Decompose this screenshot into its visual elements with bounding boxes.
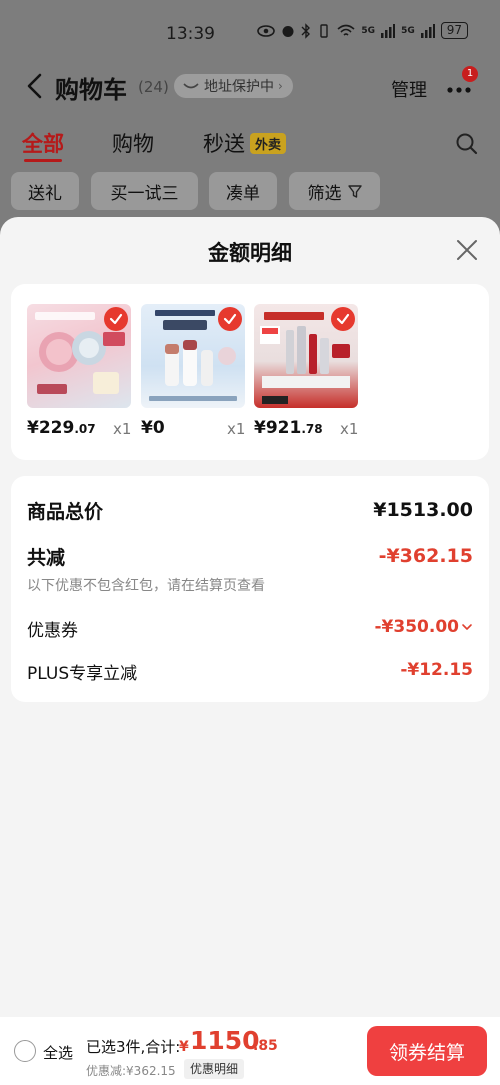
tab-underline <box>24 159 62 162</box>
address-protect-pill[interactable]: 地址保护中 › <box>174 74 293 98</box>
price-decimal: .78 <box>301 422 323 436</box>
plus-discount-label: PLUS专享立减 <box>27 664 138 684</box>
cart-tabs: 全部 购物 秒送 外卖 <box>0 128 500 168</box>
product-quantity: x1 <box>113 420 132 438</box>
selected-check-icon[interactable] <box>218 307 242 331</box>
network-label-1: 5G <box>361 25 376 36</box>
network-label-2: 5G <box>401 25 415 36</box>
coupon-value: -¥350.00 <box>374 617 460 637</box>
funnel-icon <box>347 185 362 198</box>
product-price: ¥0 <box>141 418 165 438</box>
chevron-right-icon: › <box>278 79 283 93</box>
total-reduce-value: -¥362.15 <box>378 545 473 567</box>
price-summary-card: 商品总价 ¥1513.00 共减 -¥362.15 以下优惠不包含红包，请在结算… <box>11 476 489 702</box>
price-integer: ¥229 <box>27 418 75 438</box>
signal-icon <box>381 23 396 38</box>
total-price-label: 商品总价 <box>27 501 104 523</box>
total-currency: ¥ <box>179 1039 189 1055</box>
discount-note: 以下优惠不包含红包，请在结算页查看 <box>27 578 265 594</box>
total-reduce-label: 共减 <box>27 547 66 569</box>
back-arrow-icon[interactable] <box>24 71 46 101</box>
wifi-icon <box>337 24 355 36</box>
vibrate-icon <box>320 23 329 38</box>
filter-gift[interactable]: 送礼 <box>11 172 79 210</box>
tab-shopping[interactable]: 购物 <box>112 128 154 158</box>
filter-try[interactable]: 买一试三 <box>91 172 198 210</box>
filter-try-label: 买一试三 <box>110 183 179 204</box>
coupon-row[interactable]: -¥350.00 <box>375 617 474 637</box>
product-item[interactable]: ¥921.78 x1 <box>254 304 358 438</box>
product-image[interactable] <box>254 304 358 408</box>
product-price: ¥229.07 <box>27 418 96 438</box>
manage-button[interactable]: 管理 <box>391 76 427 102</box>
sheet-title: 金额明细 <box>208 241 292 265</box>
signal-icon <box>420 23 435 38</box>
takeout-tag: 外卖 <box>250 133 287 154</box>
checkout-button[interactable]: 领券结算 <box>367 1026 487 1076</box>
filter-gift-label: 送礼 <box>28 183 62 204</box>
filter-bundle-label: 凑单 <box>226 183 260 204</box>
amount-detail-sheet: 金额明细 ¥229.07 x1 ¥0 x1 ¥921.78 x1 商品总价 ¥1… <box>0 217 500 1017</box>
chevron-down-icon <box>462 624 472 630</box>
product-image[interactable] <box>141 304 245 408</box>
product-item[interactable]: ¥0 x1 <box>141 304 245 438</box>
filter-bundle[interactable]: 凑单 <box>209 172 277 210</box>
page-title: 购物车 <box>55 76 127 104</box>
total-price-value: ¥1513.00 <box>373 499 473 521</box>
total-amount-decimal: .85 <box>253 1038 278 1054</box>
product-image[interactable] <box>27 304 131 408</box>
price-integer: ¥921 <box>254 418 302 438</box>
eye-icon <box>257 24 276 37</box>
cart-count: (24) <box>138 78 169 96</box>
notification-badge: 1 <box>462 66 478 82</box>
plus-discount-value: -¥12.15 <box>400 660 473 680</box>
products-card: ¥229.07 x1 ¥0 x1 ¥921.78 x1 <box>11 284 489 460</box>
filter-button[interactable]: 筛选 <box>289 172 380 210</box>
product-price: ¥921.78 <box>254 418 323 438</box>
status-icons: 5G 5G 97 <box>257 22 468 39</box>
product-quantity: x1 <box>340 420 359 438</box>
checkout-label: 领券结算 <box>388 1041 465 1064</box>
status-time: 13:39 <box>166 24 215 44</box>
select-all-radio[interactable] <box>14 1040 36 1062</box>
tab-all[interactable]: 全部 <box>22 128 64 158</box>
discount-detail-button[interactable]: 优惠明细 <box>184 1059 245 1079</box>
protect-icon <box>183 83 199 89</box>
cart-header: 购物车 (24) 地址保护中 › 管理 1 <box>0 62 500 112</box>
total-amount-integer: 1150 <box>190 1026 260 1055</box>
filter-chips: 送礼 买一试三 凑单 筛选 <box>0 172 500 212</box>
checkout-bar: 全选 已选3件,合计: ¥ 1150 .85 优惠减:¥362.15 优惠明细 … <box>0 1017 500 1085</box>
tab-flash[interactable]: 秒送 <box>203 128 245 158</box>
alarm-icon <box>282 25 294 37</box>
selected-check-icon[interactable] <box>104 307 128 331</box>
product-item[interactable]: ¥229.07 x1 <box>27 304 131 438</box>
price-decimal: .07 <box>74 422 96 436</box>
close-icon[interactable] <box>456 239 478 261</box>
selected-check-icon[interactable] <box>331 307 355 331</box>
battery-indicator: 97 <box>440 22 468 39</box>
discount-summary: 优惠减:¥362.15 <box>86 1064 176 1078</box>
coupon-label: 优惠券 <box>27 621 78 641</box>
search-icon[interactable] <box>455 132 479 156</box>
price-integer: ¥0 <box>141 418 165 438</box>
product-quantity: x1 <box>227 420 246 438</box>
status-bar: 13:39 5G 5G 97 <box>0 0 500 62</box>
bluetooth-icon <box>301 22 311 39</box>
select-all-label[interactable]: 全选 <box>43 1042 73 1063</box>
selected-summary: 已选3件,合计: <box>86 1038 181 1056</box>
filter-label: 筛选 <box>307 183 342 204</box>
address-protect-label: 地址保护中 <box>204 79 274 95</box>
